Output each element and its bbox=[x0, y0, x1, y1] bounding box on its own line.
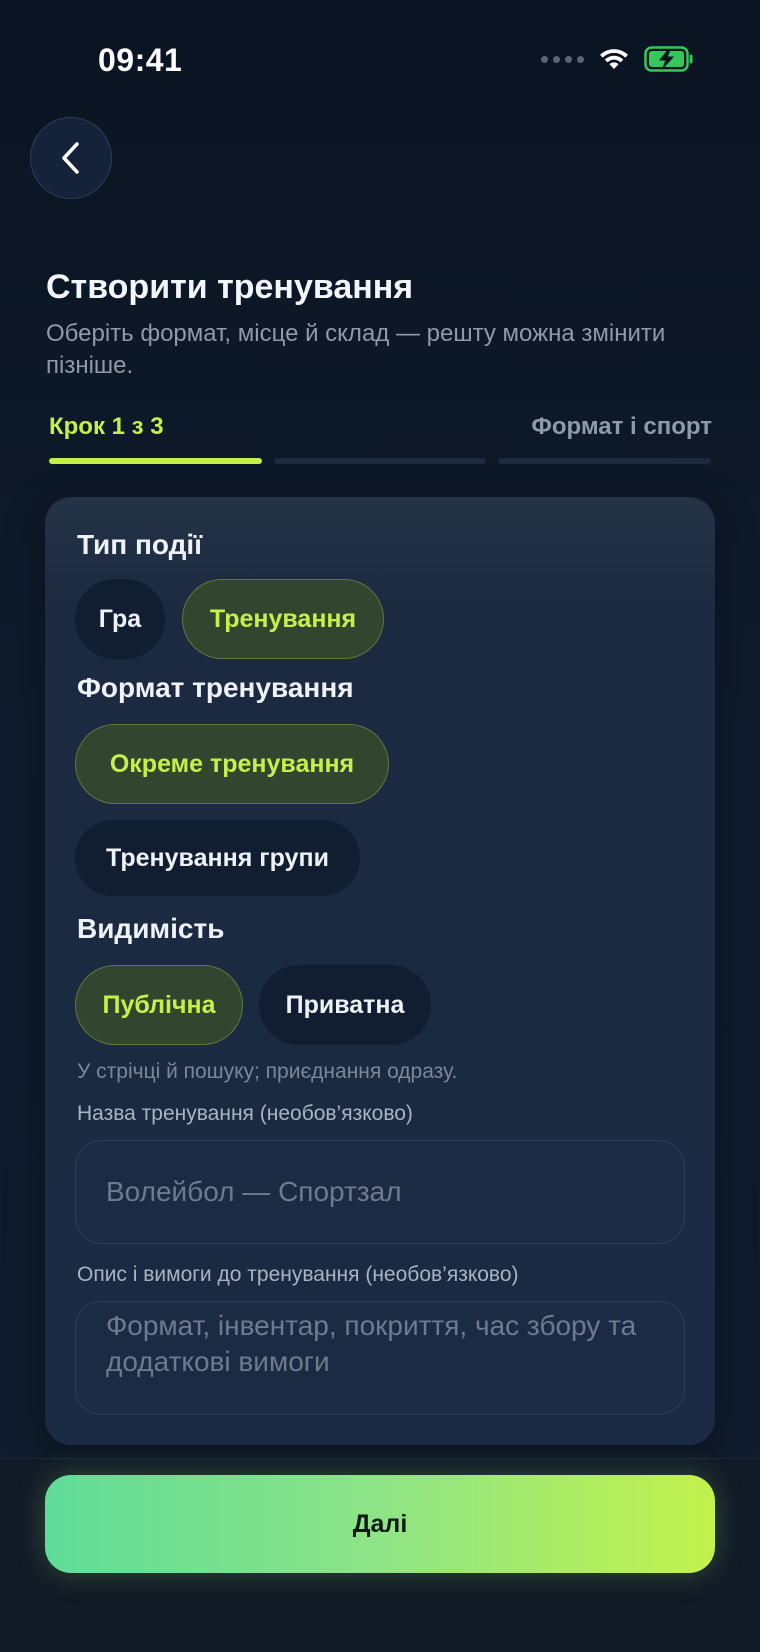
next-button[interactable]: Далі bbox=[45, 1475, 715, 1573]
step-progress-bar bbox=[49, 458, 712, 464]
step-counter: Крок 1 з 3 bbox=[49, 413, 164, 440]
progress-segment-3 bbox=[498, 458, 712, 464]
visibility-label: Видимість bbox=[77, 913, 225, 944]
page-subtitle: Оберіть формат, місце й склад — решту мо… bbox=[46, 320, 666, 379]
chip-public[interactable]: Публічна bbox=[75, 965, 243, 1045]
page-title: Створити тренування bbox=[46, 268, 414, 306]
cellular-signal-icon bbox=[541, 55, 584, 63]
create-training-screen: 09:41 Створити тренування Оберіть формат… bbox=[0, 0, 760, 1652]
event-type-label: Тип події bbox=[77, 529, 203, 560]
training-description-input[interactable] bbox=[75, 1301, 685, 1415]
chip-single-training[interactable]: Окреме тренування bbox=[75, 724, 389, 804]
back-button[interactable] bbox=[30, 117, 112, 199]
chevron-left-icon bbox=[62, 142, 79, 174]
wifi-icon bbox=[598, 47, 630, 71]
status-icons bbox=[541, 46, 694, 72]
status-time: 09:41 bbox=[98, 42, 183, 78]
training-name-label: Назва тренування (необов’язково) bbox=[77, 1102, 413, 1125]
chip-group-training[interactable]: Тренування групи bbox=[75, 820, 360, 896]
step-name: Формат і спорт bbox=[531, 413, 712, 440]
chip-private[interactable]: Приватна bbox=[259, 965, 431, 1045]
chip-training[interactable]: Тренування bbox=[182, 579, 384, 659]
progress-segment-1 bbox=[49, 458, 262, 464]
training-format-label: Формат тренування bbox=[77, 672, 354, 703]
visibility-hint: У стрічці й пошуку; приєднання одразу. bbox=[77, 1060, 458, 1083]
form-card: Тип події Гра Тренування Формат тренуван… bbox=[45, 497, 715, 1445]
battery-charging-icon bbox=[644, 46, 694, 72]
chip-game[interactable]: Гра bbox=[75, 579, 165, 659]
training-description-label: Опис і вимоги до тренування (необов’язко… bbox=[77, 1263, 519, 1286]
training-name-input[interactable] bbox=[75, 1140, 685, 1244]
progress-segment-2 bbox=[273, 458, 487, 464]
